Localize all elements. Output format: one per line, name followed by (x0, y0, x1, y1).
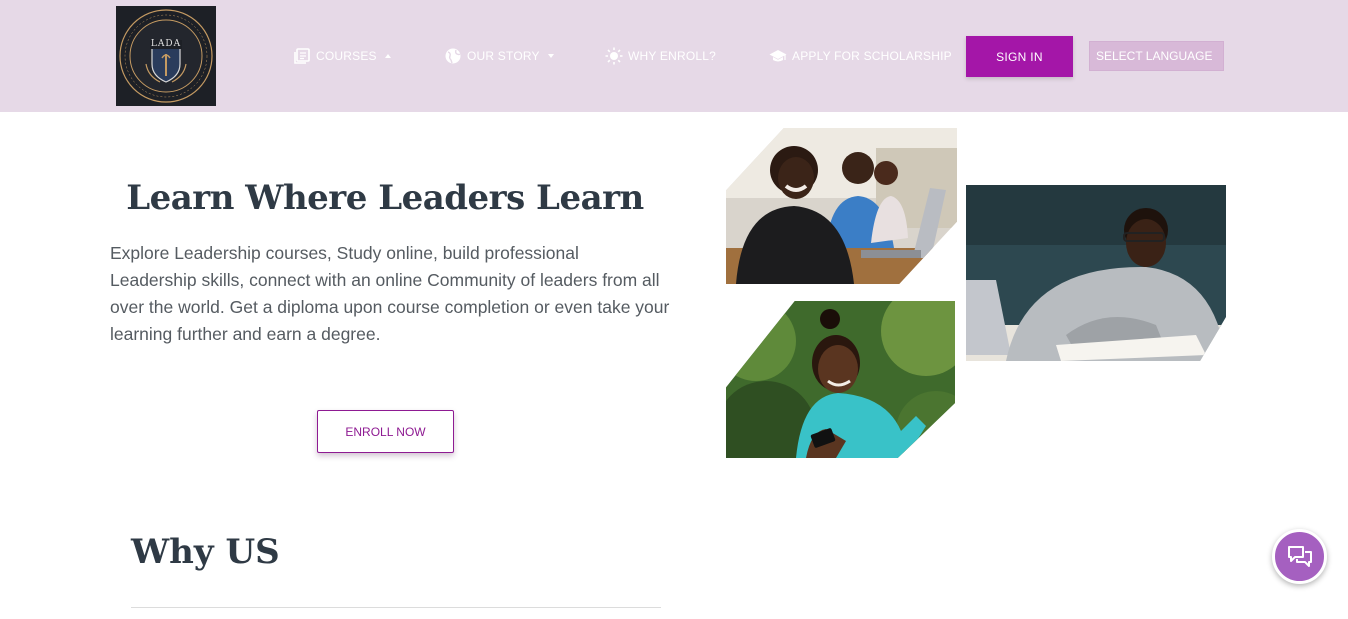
navbar: LADA COURSES OUR STORY WHY ENROLL? APPLY… (0, 0, 1348, 112)
logo-text: LADA (150, 39, 182, 49)
hero-photo-student-writing (966, 185, 1226, 361)
enroll-now-button[interactable]: ENROLL NOW (317, 410, 454, 453)
caret-up-icon (384, 54, 391, 58)
why-us-heading: Why US (131, 532, 280, 572)
logo-emblem-icon (116, 6, 216, 106)
hero-description: Explore Leadership courses, Study online… (110, 243, 670, 344)
graduation-cap-icon (769, 47, 787, 65)
language-select[interactable]: SELECT LANGUAGE (1089, 41, 1224, 71)
chat-widget-button[interactable] (1272, 529, 1327, 584)
nav-courses-label: COURSES (316, 49, 377, 63)
hero-title: Learn Where Leaders Learn (126, 178, 644, 218)
section-divider (131, 607, 661, 608)
caret-down-icon (547, 54, 554, 58)
library-books-icon (293, 47, 311, 65)
nav-our-story[interactable]: OUR STORY (444, 46, 554, 66)
nav-apply-scholarship[interactable]: APPLY FOR SCHOLARSHIP (769, 46, 952, 66)
sign-in-button[interactable]: SIGN IN (966, 36, 1073, 77)
sun-icon (605, 47, 623, 65)
globe-icon (444, 47, 462, 65)
hero-photo-girl-phone (726, 301, 955, 458)
lada-logo[interactable]: LADA (116, 6, 216, 106)
hero-photo-students-laptop (726, 128, 957, 284)
nav-our-story-label: OUR STORY (467, 49, 540, 63)
chat-bubbles-icon (1287, 545, 1312, 567)
nav-courses[interactable]: COURSES (293, 46, 391, 66)
nav-why-enroll[interactable]: WHY ENROLL? (605, 46, 716, 66)
nav-why-enroll-label: WHY ENROLL? (628, 49, 717, 63)
nav-apply-scholarship-label: APPLY FOR SCHOLARSHIP (792, 49, 952, 63)
